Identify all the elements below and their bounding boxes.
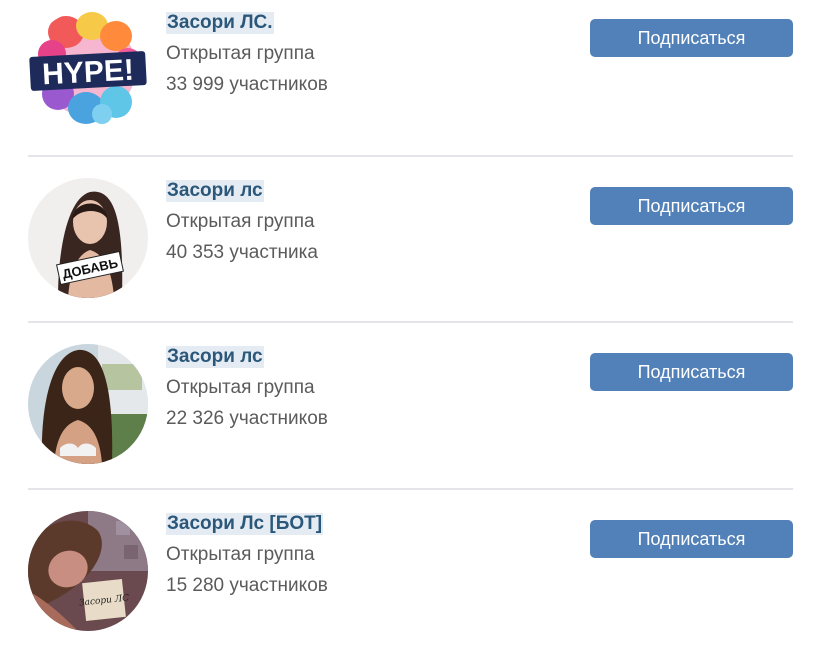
group-info: Засори Лс [БОТ] Открытая группа 15 280 у… xyxy=(166,513,328,597)
divider xyxy=(28,321,793,323)
group-row: ДОБАВЬ Засори лс Открытая группа 40 353 … xyxy=(28,178,793,298)
group-avatar[interactable]: ДОБАВЬ xyxy=(28,178,148,298)
group-members-count: 15 280 участников xyxy=(166,575,328,596)
subscribe-button[interactable]: Подписаться xyxy=(590,520,793,558)
group-type: Открытая группа xyxy=(166,211,315,232)
woman-photo-icon xyxy=(28,344,148,464)
group-members-count: 40 353 участника xyxy=(166,242,318,263)
subscribe-button[interactable]: Подписаться xyxy=(590,187,793,225)
group-name-link[interactable]: Засори лс xyxy=(166,346,264,368)
divider xyxy=(28,488,793,490)
subscribe-button[interactable]: Подписаться xyxy=(590,19,793,57)
group-row: Засори ЛС Засори Лс [БОТ] Открытая групп… xyxy=(28,511,793,631)
group-name-link[interactable]: Засори ЛС. xyxy=(166,12,274,34)
group-type: Открытая группа xyxy=(166,43,315,64)
group-avatar[interactable]: HYPE! xyxy=(28,10,148,130)
group-row: HYPE! Засори ЛС. Открытая группа 33 999 … xyxy=(28,10,793,130)
group-type: Открытая группа xyxy=(166,377,315,398)
group-row: Засори лс Открытая группа 22 326 участни… xyxy=(28,344,793,464)
group-info: Засори лс Открытая группа 40 353 участни… xyxy=(166,180,318,264)
group-search-results: HYPE! Засори ЛС. Открытая группа 33 999 … xyxy=(0,0,823,646)
group-avatar[interactable]: Засори ЛС xyxy=(28,511,148,631)
group-avatar[interactable] xyxy=(28,344,148,464)
group-type: Открытая группа xyxy=(166,544,315,565)
group-info: Засори ЛС. Открытая группа 33 999 участн… xyxy=(166,12,328,96)
woman-photo-icon: Засори ЛС xyxy=(28,511,148,631)
hype-logo-icon: HYPE! xyxy=(28,10,148,130)
hype-logo-text: HYPE! xyxy=(41,54,134,92)
group-members-count: 22 326 участников xyxy=(166,408,328,429)
subscribe-button[interactable]: Подписаться xyxy=(590,353,793,391)
group-info: Засори лс Открытая группа 22 326 участни… xyxy=(166,346,328,430)
group-name-link[interactable]: Засори лс xyxy=(166,180,264,202)
group-members-count: 33 999 участников xyxy=(166,74,328,95)
group-name-link[interactable]: Засори Лс [БОТ] xyxy=(166,513,324,535)
divider xyxy=(28,155,793,157)
woman-photo-icon: ДОБАВЬ xyxy=(28,178,148,298)
